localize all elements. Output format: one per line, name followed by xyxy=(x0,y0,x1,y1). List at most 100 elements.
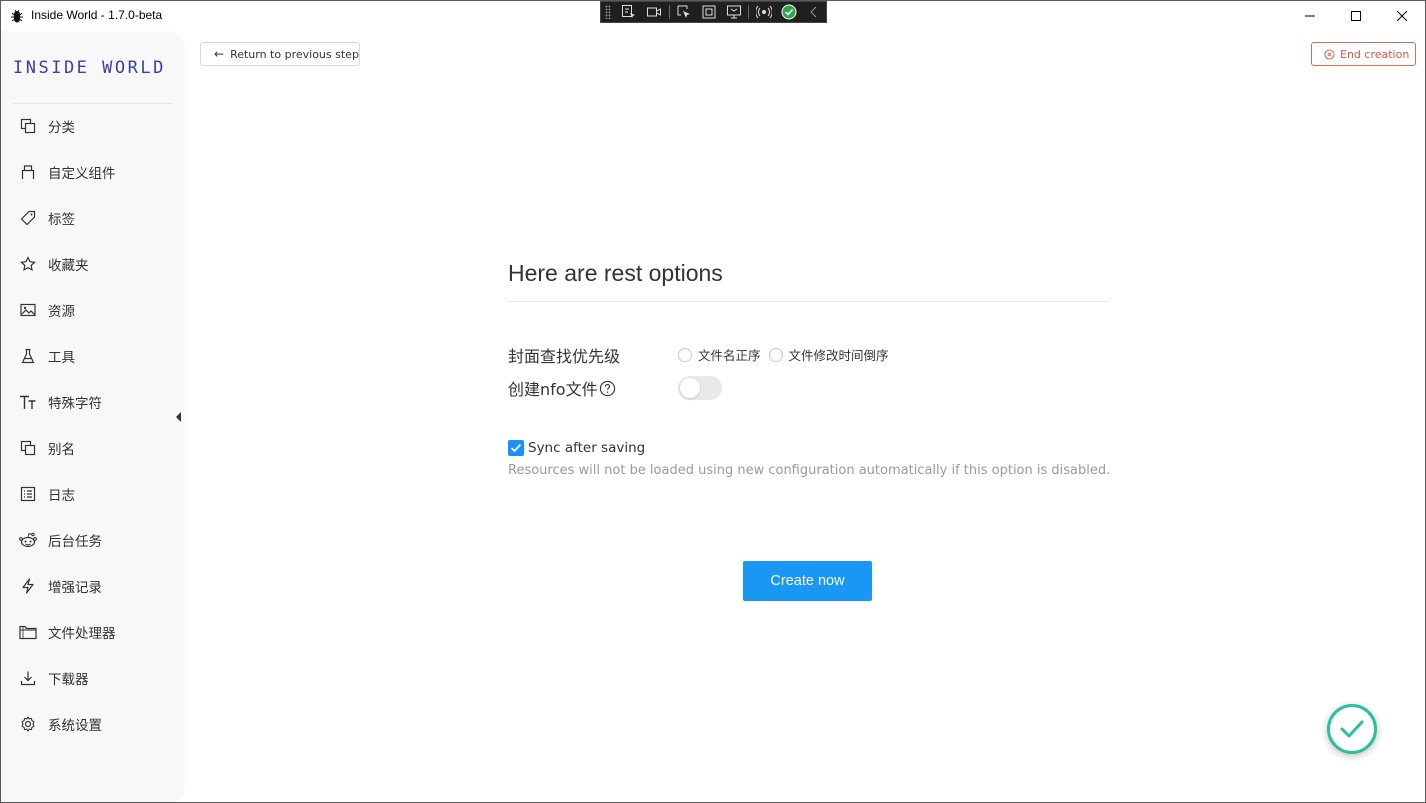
sidebar-item-background-tasks[interactable]: 后台任务 xyxy=(1,517,185,563)
collapse-toolbar-button[interactable] xyxy=(801,2,826,22)
minimize-icon xyxy=(1305,15,1315,17)
sidebar-item-enhancement-records[interactable]: 增强记录 xyxy=(1,563,185,609)
check-icon xyxy=(510,443,522,453)
sidebar-item-label: 收藏夹 xyxy=(48,258,89,274)
sidebar-item-label: 日志 xyxy=(48,488,75,504)
sidebar-item-label: 下载器 xyxy=(48,672,89,688)
close-circle-icon xyxy=(1324,48,1335,60)
sidebar-item-system-settings[interactable]: 系统设置 xyxy=(1,701,185,747)
reddit-icon xyxy=(19,531,37,549)
folder-icon xyxy=(19,623,37,641)
checkbox-box[interactable] xyxy=(508,440,524,456)
sidebar-item-label: 标签 xyxy=(48,212,75,228)
sync-after-saving-checkbox[interactable]: Sync after saving xyxy=(508,440,645,456)
sidebar-item-label: 特殊字符 xyxy=(48,396,102,412)
sidebar-item-label: 文件处理器 xyxy=(48,626,116,642)
sidebar-item-label: 别名 xyxy=(48,442,75,458)
create-nfo-label: 创建nfo文件 xyxy=(508,376,616,400)
hot-reload-icon xyxy=(755,5,772,19)
radio-filename-asc[interactable]: 文件名正序 xyxy=(678,345,761,364)
sidebar-item-label: 自定义组件 xyxy=(48,166,116,182)
sidebar-item-label: 工具 xyxy=(48,350,75,366)
question-circle-icon[interactable] xyxy=(599,380,616,397)
return-previous-step-button[interactable]: ← Return to previous step xyxy=(200,42,360,66)
chevron-left-icon xyxy=(809,6,816,18)
sidebar-item-label: 分类 xyxy=(48,120,75,136)
thunder-icon xyxy=(19,577,37,595)
arrow-left-icon: ← xyxy=(214,47,225,61)
debug-toolbar xyxy=(600,1,827,23)
layout-button[interactable] xyxy=(721,2,746,22)
hot-reload-button[interactable] xyxy=(751,2,776,22)
app-window: Inside World - 1.7.0-beta INSIDE WORLD 分… xyxy=(0,0,1426,803)
pointer-button[interactable] xyxy=(672,2,697,22)
maximize-button[interactable] xyxy=(1333,1,1379,31)
sidebar: INSIDE WORLD 分类 自定义组件 标签 收藏夹 资源 工具 特殊字符 … xyxy=(1,31,185,802)
sidebar-item-label: 增强记录 xyxy=(48,580,102,596)
window-title: Inside World - 1.7.0-beta xyxy=(31,8,163,22)
sidebar-item-label: 后台任务 xyxy=(48,534,102,550)
frame-button[interactable] xyxy=(696,2,721,22)
select-element-icon xyxy=(622,5,636,18)
minimize-button[interactable] xyxy=(1287,1,1333,31)
tags-icon xyxy=(19,209,37,227)
cover-priority-radio-group: 文件名正序 文件修改时间倒序 xyxy=(678,345,897,364)
gear-icon xyxy=(19,715,37,733)
window-controls xyxy=(1287,1,1425,31)
sync-hint-text: Resources will not be loaded using new c… xyxy=(508,463,1111,478)
copy-icon xyxy=(19,439,37,457)
layout-icon xyxy=(726,5,741,19)
close-button[interactable] xyxy=(1379,1,1425,31)
sidebar-collapse-toggle[interactable] xyxy=(176,412,181,422)
sidebar-item-category[interactable]: 分类 xyxy=(1,103,185,149)
radio-circle[interactable] xyxy=(678,347,692,362)
create-nfo-text: 创建nfo文件 xyxy=(508,380,598,399)
sidebar-item-alias[interactable]: 别名 xyxy=(1,425,185,471)
sidebar-item-tags[interactable]: 标签 xyxy=(1,195,185,241)
cover-priority-label: 封面查找优先级 xyxy=(508,347,621,366)
pointer-icon xyxy=(677,5,690,18)
title-divider xyxy=(508,301,1108,302)
star-icon xyxy=(19,255,37,273)
sidebar-nav: 分类 自定义组件 标签 收藏夹 资源 工具 特殊字符 别名 日志 后台任务 增强… xyxy=(1,103,185,747)
brand-logo[interactable]: INSIDE WORLD xyxy=(13,58,166,78)
drag-handle[interactable] xyxy=(605,5,611,19)
check-icon xyxy=(1340,720,1364,738)
radio-modified-time-desc[interactable]: 文件修改时间倒序 xyxy=(768,345,889,364)
sidebar-item-log[interactable]: 日志 xyxy=(1,471,185,517)
image-icon xyxy=(19,301,37,319)
sidebar-item-resources[interactable]: 资源 xyxy=(1,287,185,333)
sidebar-item-favorites[interactable]: 收藏夹 xyxy=(1,241,185,287)
create-now-button[interactable]: Create now xyxy=(743,561,872,601)
component-icon xyxy=(19,163,37,181)
font-size-icon xyxy=(19,393,37,411)
create-nfo-switch[interactable] xyxy=(678,376,722,400)
sidebar-item-label: 资源 xyxy=(48,304,75,320)
status-button[interactable] xyxy=(776,2,801,22)
return-previous-step-label: Return to previous step xyxy=(230,47,359,61)
video-icon xyxy=(647,7,662,17)
switch-knob xyxy=(680,378,700,398)
check-circle-icon xyxy=(781,4,797,20)
bug-icon xyxy=(11,9,23,23)
sidebar-item-special-chars[interactable]: 特殊字符 xyxy=(1,379,185,425)
sidebar-item-tools[interactable]: 工具 xyxy=(1,333,185,379)
download-icon xyxy=(19,669,37,687)
radio-label: 文件名正序 xyxy=(698,348,761,363)
radio-circle[interactable] xyxy=(768,347,783,362)
sidebar-item-custom-component[interactable]: 自定义组件 xyxy=(1,149,185,195)
maximize-icon xyxy=(1351,11,1361,21)
select-element-button[interactable] xyxy=(617,2,642,22)
record-button[interactable] xyxy=(642,2,667,22)
sidebar-item-downloader[interactable]: 下载器 xyxy=(1,655,185,701)
radio-label: 文件修改时间倒序 xyxy=(788,348,889,363)
sidebar-item-label: 系统设置 xyxy=(48,718,102,734)
end-creation-button[interactable]: End creation xyxy=(1311,42,1416,66)
sync-after-saving-label: Sync after saving xyxy=(528,440,646,456)
status-indicator-button[interactable] xyxy=(1327,704,1377,754)
page-title: Here are rest options xyxy=(508,260,723,286)
sidebar-item-file-processor[interactable]: 文件处理器 xyxy=(1,609,185,655)
end-creation-label: End creation xyxy=(1340,47,1410,61)
frame-icon xyxy=(702,5,716,19)
list-icon xyxy=(19,485,37,503)
